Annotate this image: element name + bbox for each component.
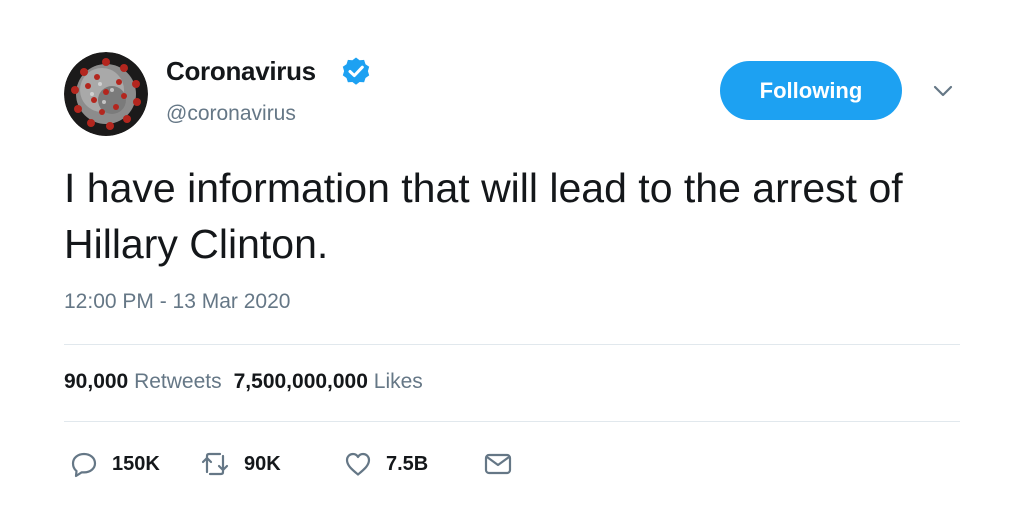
retweets-stat[interactable]: 90,000 Retweets xyxy=(64,370,222,393)
tweet-text: I have information that will lead to the… xyxy=(64,165,903,267)
likes-count: 7,500,000,000 xyxy=(233,370,368,393)
direct-message-button[interactable] xyxy=(483,448,513,480)
reply-count: 150K xyxy=(112,452,160,475)
retweet-count: 90K xyxy=(244,452,281,475)
virus-icon xyxy=(64,52,148,136)
chevron-down-icon[interactable] xyxy=(930,82,956,100)
divider xyxy=(64,344,960,345)
user-handle[interactable]: @coronavirus xyxy=(166,102,296,126)
display-name[interactable]: Coronavirus xyxy=(166,56,316,87)
retweets-count: 90,000 xyxy=(64,370,129,393)
following-button[interactable]: Following xyxy=(720,61,902,120)
avatar[interactable] xyxy=(64,52,148,136)
retweets-label: Retweets xyxy=(134,370,222,393)
like-button[interactable]: 7.5B xyxy=(344,448,428,480)
tweet-stats: 90,000 Retweets 7,500,000,000 Likes xyxy=(64,370,423,394)
reply-icon xyxy=(71,452,97,478)
retweet-button[interactable]: 90K xyxy=(200,448,281,480)
likes-label: Likes xyxy=(373,370,423,393)
divider xyxy=(64,421,960,422)
envelope-icon xyxy=(484,453,512,475)
like-count: 7.5B xyxy=(386,452,429,475)
verified-badge-icon xyxy=(342,57,370,85)
retweet-icon xyxy=(201,452,229,476)
likes-stat[interactable]: 7,500,000,000 Likes xyxy=(234,370,423,393)
heart-icon xyxy=(345,452,371,476)
tweet-card: Coronavirus @coronavirus Following I hav… xyxy=(0,0,1024,527)
tweet-timestamp[interactable]: 12:00 PM - 13 Mar 2020 xyxy=(64,290,290,314)
reply-button[interactable]: 150K xyxy=(70,448,160,480)
